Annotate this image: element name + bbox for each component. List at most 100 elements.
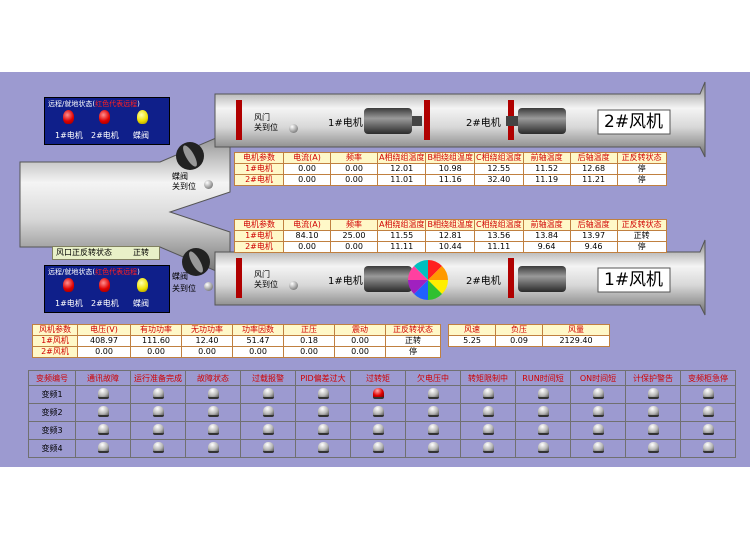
- status-cell: [515, 439, 571, 458]
- alarm-lamp-off-icon: [207, 388, 219, 399]
- valve-label: 关到位: [172, 182, 196, 191]
- wind-direction-status: 风口正反转状态 正转: [52, 246, 160, 260]
- damper-label: 风门: [254, 113, 270, 122]
- table-header: C相绕组温度: [473, 219, 524, 231]
- table-cell: 0.00: [181, 346, 233, 358]
- table-cell: 9.46: [569, 241, 618, 253]
- table-cell: 11.11: [376, 241, 427, 253]
- alarm-lamp-off-icon: [702, 442, 714, 453]
- table-cell: 停: [616, 163, 667, 175]
- table-header: 变频编号: [28, 370, 76, 386]
- alarm-lamp-off-icon: [427, 424, 439, 435]
- table-header: 后轴温度: [569, 219, 618, 231]
- motor-params-table-bottom: 电机参数 电流(A) 频率 A相绕组温度 B相绕组温度 C相绕组温度 前轴温度 后轴温度 正反转…: [234, 219, 667, 253]
- fan-1-label: 1#风机: [604, 270, 664, 290]
- alarm-lamp-off-icon: [702, 388, 714, 399]
- table-header: 电压(V): [77, 324, 131, 336]
- fan-flow-table: 风速 负压 风量 5.25 0.09 2129.40: [448, 324, 610, 347]
- status-cell: [75, 421, 131, 440]
- status-cell: [570, 385, 626, 404]
- alarm-lamp-off-icon: [427, 442, 439, 453]
- alarm-lamp-off-icon: [647, 406, 659, 417]
- row-label: 2#风机: [32, 346, 78, 358]
- table-header: 后轴温度: [569, 152, 618, 164]
- damper-label: 关到位: [254, 123, 278, 132]
- table-cell: 13.56: [473, 230, 524, 242]
- row-label: 1#电机: [234, 230, 284, 242]
- table-row: 变频4: [28, 439, 736, 458]
- panel-title: 远程/就地状态(红色代表远程): [48, 268, 140, 276]
- motor-label: 2#电机: [466, 118, 501, 129]
- alarm-lamp-off-icon: [317, 406, 329, 417]
- table-cell: 12.68: [569, 163, 618, 175]
- table-cell: 0.00: [130, 346, 182, 358]
- status-cell: [185, 403, 241, 422]
- alarm-lamp-off-icon: [537, 388, 549, 399]
- table-header: 风量: [542, 324, 610, 336]
- valve-label: 关到位: [172, 284, 196, 293]
- table-cell: 12.81: [425, 230, 475, 242]
- status-cell: [350, 421, 406, 440]
- lamp-label: 蝶阀: [133, 131, 149, 140]
- valve-label: 蝶阀: [172, 172, 188, 181]
- status-cell: [130, 421, 186, 440]
- table-cell: 0.00: [334, 346, 386, 358]
- row-label: 1#风机: [32, 335, 78, 347]
- alarm-lamp-off-icon: [647, 442, 659, 453]
- status-cell: [130, 403, 186, 422]
- table-row: 变频3: [28, 421, 736, 440]
- alarm-lamp-off-icon: [152, 406, 164, 417]
- table-cell: 0.18: [283, 335, 335, 347]
- alarm-lamp-off-icon: [317, 424, 329, 435]
- alarm-lamp-off-icon: [537, 424, 549, 435]
- alarm-lamp-on-icon: [372, 388, 384, 399]
- status-cell: [185, 385, 241, 404]
- wind-status-label: 风口正反转状态: [56, 248, 112, 257]
- status-cell: [240, 403, 296, 422]
- status-cell: [240, 421, 296, 440]
- alarm-lamp-off-icon: [702, 424, 714, 435]
- table-cell: 10.98: [425, 163, 475, 175]
- damper-status-lamp: [289, 281, 298, 290]
- table-cell: 5.25: [448, 335, 496, 347]
- alarm-lamp-off-icon: [482, 424, 494, 435]
- motor-label: 1#电机: [328, 118, 363, 129]
- table-cell: 11.55: [376, 230, 427, 242]
- table-header: 转矩限制中: [460, 370, 516, 386]
- table-header: ON时间短: [570, 370, 626, 386]
- table-header: 过载报警: [240, 370, 296, 386]
- table-header: 电机参数: [234, 152, 284, 164]
- table-cell: 51.47: [232, 335, 284, 347]
- table-cell: 13.97: [569, 230, 618, 242]
- table-header: 正反转状态: [385, 324, 441, 336]
- status-cell: [460, 385, 516, 404]
- table-row: 变频1: [28, 385, 736, 404]
- table-header: 正反转状态: [616, 219, 667, 231]
- table-cell: 0.00: [77, 346, 131, 358]
- status-cell: [295, 403, 351, 422]
- alarm-lamp-off-icon: [262, 406, 274, 417]
- table-header: 通讯故障: [75, 370, 131, 386]
- alarm-lamp-off-icon: [207, 424, 219, 435]
- table-row: 1#风机 408.97 111.60 12.40 51.47 0.18 0.00 正转: [32, 335, 441, 347]
- alarm-lamp-off-icon: [207, 442, 219, 453]
- table-header: 电流(A): [283, 219, 331, 231]
- table-cell: 正转: [385, 335, 441, 347]
- status-cell: [350, 385, 406, 404]
- status-cell: [240, 385, 296, 404]
- status-cell: [680, 421, 736, 440]
- alarm-lamp-off-icon: [262, 442, 274, 453]
- alarm-lamp-off-icon: [537, 406, 549, 417]
- motor-bottom-2: [518, 266, 566, 292]
- table-header: 频率: [330, 152, 378, 164]
- status-cell: [515, 403, 571, 422]
- table-header: B相绕组温度: [425, 219, 475, 231]
- alarm-lamp-off-icon: [427, 406, 439, 417]
- table-cell: 0.00: [283, 241, 331, 253]
- damper-label: 关到位: [254, 280, 278, 289]
- table-cell: 12.40: [181, 335, 233, 347]
- alarm-lamp-off-icon: [262, 388, 274, 399]
- table-header: 电流(A): [283, 152, 331, 164]
- table-cell: 10.44: [425, 241, 475, 253]
- table-header: 计保护警告: [625, 370, 681, 386]
